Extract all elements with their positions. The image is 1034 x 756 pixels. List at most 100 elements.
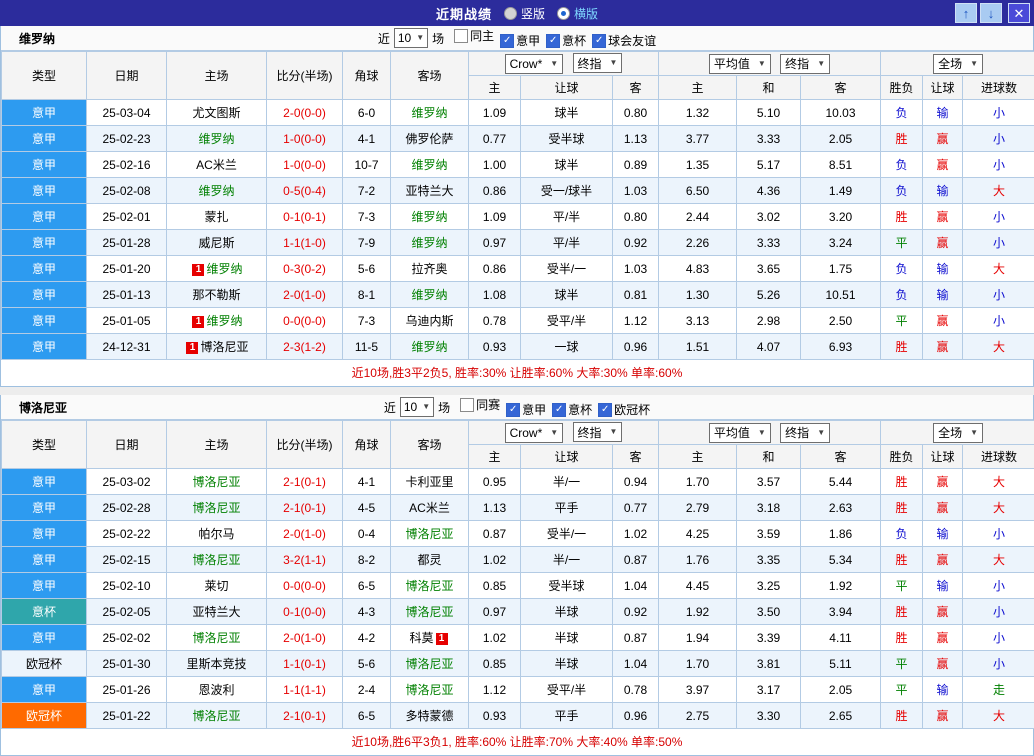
match-row: 欧冠杯25-01-30里斯本竞技1-1(0-1)5-6博洛尼亚0.85半球1.0…: [2, 651, 1034, 677]
away-team-cell[interactable]: 博洛尼亚: [391, 651, 469, 677]
checkbox-checked-icon[interactable]: ✓: [598, 403, 612, 417]
home-team-cell[interactable]: AC米兰: [167, 152, 267, 178]
home-team-cell[interactable]: 尤文图斯: [167, 100, 267, 126]
result-wdl-cell: 负: [881, 152, 923, 178]
away-team-cell[interactable]: 都灵: [391, 547, 469, 573]
team-name-text: 博洛尼亚: [192, 475, 240, 489]
odds-away-cell: 0.80: [613, 204, 659, 230]
filter-option[interactable]: 同赛: [460, 396, 500, 413]
away-team-cell[interactable]: 维罗纳: [391, 282, 469, 308]
odds-stage-select[interactable]: 终指▼: [573, 53, 623, 73]
match-count-select[interactable]: 10▼: [400, 397, 434, 417]
average-select[interactable]: 平均值▼: [709, 423, 771, 443]
away-team-cell[interactable]: 亚特兰大: [391, 178, 469, 204]
result-handicap-cell: 赢: [923, 469, 963, 495]
home-team-cell[interactable]: 里斯本竞技: [167, 651, 267, 677]
col-handicap: 让球: [521, 445, 613, 469]
filter-controls: 近 10▼ 场 同赛✓意甲✓意杯✓欧冠杯: [384, 396, 650, 418]
away-team-cell[interactable]: 乌迪内斯: [391, 308, 469, 334]
filter-option[interactable]: ✓意杯: [546, 32, 586, 49]
away-team-cell[interactable]: 维罗纳: [391, 100, 469, 126]
filter-option[interactable]: ✓欧冠杯: [598, 401, 650, 418]
odds-away-cell: 0.81: [613, 282, 659, 308]
avg-draw-cell: 4.36: [737, 178, 801, 204]
date-cell: 25-01-28: [87, 230, 167, 256]
home-team-cell[interactable]: 1维罗纳: [167, 256, 267, 282]
away-team-cell[interactable]: 博洛尼亚: [391, 599, 469, 625]
home-team-cell[interactable]: 维罗纳: [167, 178, 267, 204]
home-team-cell[interactable]: 亚特兰大: [167, 599, 267, 625]
home-team-cell[interactable]: 博洛尼亚: [167, 469, 267, 495]
checkbox-checked-icon[interactable]: ✓: [500, 34, 514, 48]
scope-select[interactable]: 全场▼: [933, 54, 983, 74]
checkbox-unchecked-icon[interactable]: [454, 29, 468, 43]
home-team-cell[interactable]: 1博洛尼亚: [167, 334, 267, 360]
away-team-cell[interactable]: 拉齐奥: [391, 256, 469, 282]
home-team-cell[interactable]: 恩波利: [167, 677, 267, 703]
home-team-cell[interactable]: 莱切: [167, 573, 267, 599]
layout-radio-vertical[interactable]: 竖版: [504, 5, 545, 22]
average-select[interactable]: 平均值▼: [709, 54, 771, 74]
score-cell: 2-0(1-0): [267, 282, 343, 308]
home-team-cell[interactable]: 博洛尼亚: [167, 703, 267, 729]
bookmaker-select[interactable]: Crow*▼: [505, 54, 564, 74]
home-team-cell[interactable]: 威尼斯: [167, 230, 267, 256]
league-type-cell: 意甲: [2, 100, 87, 126]
checkbox-checked-icon[interactable]: ✓: [552, 403, 566, 417]
scope-select[interactable]: 全场▼: [933, 423, 983, 443]
filter-option[interactable]: ✓意杯: [552, 401, 592, 418]
away-team-cell[interactable]: 佛罗伦萨: [391, 126, 469, 152]
move-down-button[interactable]: ↓: [980, 3, 1002, 23]
away-team-cell[interactable]: 博洛尼亚: [391, 573, 469, 599]
col-odds-away: 客: [613, 76, 659, 100]
average-group: 平均值▼ 终指▼: [659, 421, 881, 445]
home-team-cell[interactable]: 博洛尼亚: [167, 547, 267, 573]
filter-option[interactable]: ✓意甲: [506, 401, 546, 418]
away-team-cell[interactable]: 维罗纳: [391, 152, 469, 178]
handicap-cell: 球半: [521, 100, 613, 126]
radio-label: 横版: [574, 5, 598, 22]
home-team-cell[interactable]: 蒙扎: [167, 204, 267, 230]
result-handicap-cell: 输: [923, 256, 963, 282]
away-team-cell[interactable]: 维罗纳: [391, 204, 469, 230]
home-team-cell[interactable]: 维罗纳: [167, 126, 267, 152]
odds-away-cell: 0.92: [613, 230, 659, 256]
filter-option[interactable]: ✓意甲: [500, 32, 540, 49]
away-team-cell[interactable]: 卡利亚里: [391, 469, 469, 495]
match-count-select[interactable]: 10▼: [394, 28, 428, 48]
home-team-cell[interactable]: 1维罗纳: [167, 308, 267, 334]
bookmaker-select[interactable]: Crow*▼: [505, 423, 564, 443]
close-icon[interactable]: ✕: [1008, 3, 1030, 23]
away-team-cell[interactable]: 维罗纳: [391, 334, 469, 360]
checkbox-checked-icon[interactable]: ✓: [592, 34, 606, 48]
odds-stage-select[interactable]: 终指▼: [573, 422, 623, 442]
home-team-cell[interactable]: 博洛尼亚: [167, 495, 267, 521]
filter-label: 意杯: [562, 32, 586, 49]
away-team-cell[interactable]: 维罗纳: [391, 230, 469, 256]
odds-away-cell: 1.03: [613, 256, 659, 282]
checkbox-checked-icon[interactable]: ✓: [546, 34, 560, 48]
home-team-cell[interactable]: 帕尔马: [167, 521, 267, 547]
result-goals-cell: 大: [963, 703, 1034, 729]
move-up-button[interactable]: ↑: [955, 3, 977, 23]
home-team-cell[interactable]: 那不勒斯: [167, 282, 267, 308]
corner-cell: 10-7: [343, 152, 391, 178]
average-stage-select[interactable]: 终指▼: [780, 54, 830, 74]
filter-label: 意甲: [522, 401, 546, 418]
avg-draw-cell: 3.65: [737, 256, 801, 282]
odds-away-cell: 0.96: [613, 703, 659, 729]
away-team-cell[interactable]: 博洛尼亚: [391, 521, 469, 547]
filter-option[interactable]: ✓球会友谊: [592, 32, 656, 49]
away-team-cell[interactable]: 多特蒙德: [391, 703, 469, 729]
checkbox-checked-icon[interactable]: ✓: [506, 403, 520, 417]
layout-radio-horizontal[interactable]: 横版: [557, 5, 598, 22]
filter-option[interactable]: 同主: [454, 27, 494, 44]
away-team-cell[interactable]: AC米兰: [391, 495, 469, 521]
away-team-cell[interactable]: 科莫1: [391, 625, 469, 651]
home-team-cell[interactable]: 博洛尼亚: [167, 625, 267, 651]
match-row: 意甲25-01-13那不勒斯2-0(1-0)8-1维罗纳1.08球半0.811.…: [2, 282, 1034, 308]
filter-label: 欧冠杯: [614, 401, 650, 418]
checkbox-unchecked-icon[interactable]: [460, 398, 474, 412]
away-team-cell[interactable]: 博洛尼亚: [391, 677, 469, 703]
average-stage-select[interactable]: 终指▼: [780, 423, 830, 443]
